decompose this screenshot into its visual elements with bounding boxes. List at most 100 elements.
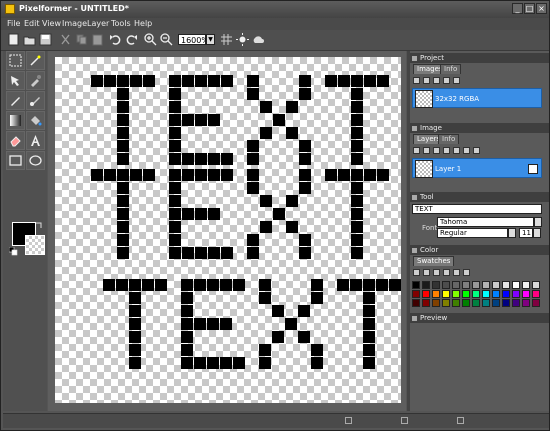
zoom-level-input[interactable]: 1600% xyxy=(178,34,209,45)
color-swatch[interactable] xyxy=(442,290,450,298)
tool-panel-header[interactable]: Tool xyxy=(410,192,549,202)
image-properties-icon[interactable] xyxy=(433,77,440,84)
brightness-icon[interactable] xyxy=(236,33,249,46)
new-image-icon[interactable] xyxy=(413,77,420,84)
color-swatch[interactable] xyxy=(442,281,450,289)
swatch-save-icon[interactable] xyxy=(433,269,440,276)
color-swatch[interactable] xyxy=(482,290,490,298)
text-tool-input[interactable]: TEXT xyxy=(412,204,542,214)
color-swatch[interactable] xyxy=(412,299,420,307)
default-colors-icon[interactable] xyxy=(9,247,18,256)
color-swatch[interactable] xyxy=(422,299,430,307)
color-swatch[interactable] xyxy=(492,290,500,298)
font-name-select[interactable]: Tahoma xyxy=(437,217,534,227)
minimize-button[interactable]: _ xyxy=(512,3,523,14)
ellipse-tool[interactable] xyxy=(26,151,45,170)
font-name-dropdown-icon[interactable] xyxy=(534,217,542,227)
text-tool[interactable] xyxy=(26,131,45,150)
layer-properties-icon[interactable] xyxy=(443,147,450,154)
color-swatch[interactable] xyxy=(452,290,460,298)
copy-icon[interactable] xyxy=(75,33,88,46)
color-swatch[interactable] xyxy=(532,281,540,289)
color-swatch[interactable] xyxy=(502,290,510,298)
menu-image[interactable]: Image xyxy=(62,19,87,28)
cloud-icon[interactable] xyxy=(252,33,265,46)
menu-file[interactable]: File xyxy=(7,19,20,28)
color-swatch[interactable] xyxy=(412,290,420,298)
eraser-tool[interactable] xyxy=(6,131,25,150)
rect-select-tool[interactable] xyxy=(6,51,25,70)
tab-project-info[interactable]: Info xyxy=(440,64,462,74)
fill-bucket-tool[interactable] xyxy=(26,111,45,130)
zoom-out-icon[interactable] xyxy=(160,33,173,46)
undo-icon[interactable] xyxy=(109,33,122,46)
cut-icon[interactable] xyxy=(59,33,72,46)
menu-tools[interactable]: Tools xyxy=(111,19,131,28)
color-swatch[interactable] xyxy=(522,299,530,307)
color-swatch[interactable] xyxy=(452,299,460,307)
layer-up-icon[interactable] xyxy=(453,147,460,154)
gradient-tool[interactable] xyxy=(6,111,25,130)
color-swatch[interactable] xyxy=(472,299,480,307)
color-swatch[interactable] xyxy=(432,281,440,289)
delete-image-icon[interactable] xyxy=(423,77,430,84)
color-panel-header[interactable]: Color xyxy=(410,245,549,255)
font-size-input[interactable]: 11 xyxy=(519,228,533,238)
font-style-select[interactable]: Regular xyxy=(437,228,508,238)
image-panel-header[interactable]: Image xyxy=(410,123,549,133)
color-swatch[interactable] xyxy=(432,299,440,307)
rectangle-tool[interactable] xyxy=(6,151,25,170)
color-swatch[interactable] xyxy=(512,299,520,307)
layer-visibility-icon[interactable] xyxy=(528,164,538,174)
layer-list-item[interactable]: Layer 1 xyxy=(412,158,542,178)
color-swatch[interactable] xyxy=(482,281,490,289)
grid-toggle-icon[interactable] xyxy=(220,33,233,46)
tab-swatches[interactable]: Swatches xyxy=(413,256,455,266)
pixel-canvas[interactable] xyxy=(55,57,401,403)
color-swatch[interactable] xyxy=(502,299,510,307)
image-list-item[interactable]: 32x32 RGBA xyxy=(412,88,542,108)
color-swatch[interactable] xyxy=(422,281,430,289)
color-swatch[interactable] xyxy=(512,290,520,298)
redo-icon[interactable] xyxy=(125,33,138,46)
project-panel-header[interactable]: Project xyxy=(410,53,549,63)
magic-wand-tool[interactable] xyxy=(26,51,45,70)
swatch-add-icon[interactable] xyxy=(443,269,450,276)
duplicate-layer-icon[interactable] xyxy=(423,147,430,154)
move-tool[interactable] xyxy=(6,71,25,90)
color-swatch[interactable] xyxy=(422,290,430,298)
menu-layer[interactable]: Layer xyxy=(87,19,109,28)
color-swatch[interactable] xyxy=(532,299,540,307)
eyedropper-tool[interactable] xyxy=(26,71,45,90)
color-swatch[interactable] xyxy=(462,299,470,307)
save-icon[interactable] xyxy=(39,33,52,46)
color-swatch[interactable] xyxy=(462,281,470,289)
swatch-open-icon[interactable] xyxy=(423,269,430,276)
color-swatch[interactable] xyxy=(472,281,480,289)
menu-help[interactable]: Help xyxy=(134,19,152,28)
merge-layer-icon[interactable] xyxy=(473,147,480,154)
move-up-icon[interactable] xyxy=(443,77,450,84)
maximize-button[interactable]: □ xyxy=(524,3,535,14)
paste-icon[interactable] xyxy=(91,33,104,46)
color-swatch[interactable] xyxy=(462,290,470,298)
color-swatch[interactable] xyxy=(522,290,530,298)
swatch-delete-icon[interactable] xyxy=(453,269,460,276)
background-color-swatch[interactable] xyxy=(25,235,45,255)
font-style-dropdown-icon[interactable] xyxy=(508,228,516,238)
menu-edit[interactable]: Edit xyxy=(24,19,40,28)
color-swatch[interactable] xyxy=(472,290,480,298)
color-swatch[interactable] xyxy=(482,299,490,307)
color-swatch[interactable] xyxy=(432,290,440,298)
tab-image-info[interactable]: Info xyxy=(438,134,460,144)
move-down-icon[interactable] xyxy=(453,77,460,84)
pencil-tool[interactable] xyxy=(6,91,25,110)
color-swatch[interactable] xyxy=(492,299,500,307)
color-swatch[interactable] xyxy=(442,299,450,307)
color-swatch[interactable] xyxy=(412,281,420,289)
color-swatch[interactable] xyxy=(452,281,460,289)
color-swatch[interactable] xyxy=(512,281,520,289)
layer-down-icon[interactable] xyxy=(463,147,470,154)
color-swatch[interactable] xyxy=(522,281,530,289)
color-swatch[interactable] xyxy=(492,281,500,289)
